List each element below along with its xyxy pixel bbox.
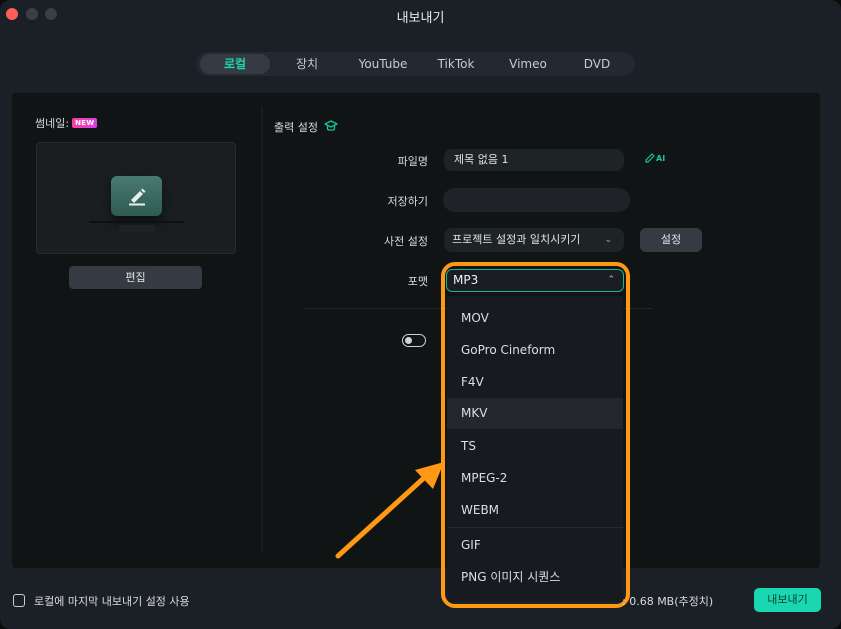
format-option-mkv[interactable]: MKV (447, 398, 623, 429)
format-value: MP3 (453, 273, 479, 287)
preset-select[interactable]: 프로젝트 설정과 일치시키기 ⌄ (444, 228, 624, 252)
setting-toggle[interactable] (402, 334, 426, 347)
titlebar: 내보내기 (0, 0, 841, 32)
ai-label: AI (656, 153, 666, 163)
preset-label: 사전 설정 (384, 235, 428, 248)
tab-dvd[interactable]: DVD (566, 54, 628, 74)
format-option-gif[interactable]: GIF (447, 530, 623, 561)
export-button[interactable]: 내보내기 (754, 588, 821, 612)
ai-rename-button[interactable]: AI (644, 152, 665, 164)
format-option-ts[interactable]: TS (447, 431, 623, 462)
export-target-tabs: 로컬 장치 YouTube TikTok Vimeo DVD (196, 52, 635, 76)
format-option-gopro-cineform[interactable]: GoPro Cineform (447, 335, 623, 366)
tab-vimeo[interactable]: Vimeo (490, 54, 566, 74)
thumbnail-reflection (119, 225, 155, 233)
tab-device[interactable]: 장치 (270, 54, 344, 74)
chevron-down-icon: ⌄ (604, 235, 612, 245)
dropdown-separator (447, 527, 623, 528)
toggle-knob (405, 337, 412, 344)
tab-youtube[interactable]: YouTube (344, 54, 422, 74)
filename-input[interactable]: 제목 없음 1 (444, 149, 624, 171)
export-window: 내보내기 로컬 장치 YouTube TikTok Vimeo DVD 썸네일:… (0, 0, 841, 629)
output-settings-title: 출력 설정 (274, 121, 318, 134)
new-badge: NEW (72, 118, 98, 128)
format-option-mpeg2[interactable]: MPEG-2 (447, 463, 623, 494)
format-select[interactable]: MP3 ⌃ (446, 269, 624, 292)
format-option-mov[interactable]: MOV (447, 303, 623, 334)
ai-pencil-icon (645, 153, 655, 163)
thumbnail-preview[interactable] (36, 142, 236, 254)
thumbnail-label-text: 썸네일: (35, 117, 70, 130)
thumbnail-label: 썸네일: NEW (35, 115, 98, 131)
edit-pencil-icon (111, 176, 162, 216)
thumbnail-section: 썸네일: NEW 편집 (12, 93, 260, 568)
edit-thumbnail-button[interactable]: 편집 (69, 266, 202, 289)
estimated-size: : 0.68 MB(추정치) (622, 595, 714, 608)
output-settings-heading: 출력 설정 (274, 119, 338, 135)
column-divider (261, 107, 263, 551)
use-last-settings-checkbox[interactable] (13, 594, 25, 607)
preset-value: 프로젝트 설정과 일치시키기 (452, 233, 581, 246)
save-location-input[interactable] (443, 188, 630, 212)
format-label: 포맷 (407, 275, 428, 288)
filename-label: 파일명 (397, 155, 428, 168)
tab-tiktok[interactable]: TikTok (422, 54, 490, 74)
format-option-png-sequence[interactable]: PNG 이미지 시퀀스 (447, 562, 623, 593)
preset-settings-button[interactable]: 설정 (640, 228, 702, 252)
format-option-webm[interactable]: WEBM (447, 495, 623, 526)
tab-local[interactable]: 로컬 (200, 54, 270, 74)
thumbnail-shadow (89, 221, 185, 223)
format-option-f4v[interactable]: F4V (447, 367, 623, 398)
use-last-settings-label: 로컬에 마지막 내보내기 설정 사용 (34, 595, 190, 608)
format-dropdown-menu: MOV GoPro Cineform F4V MKV TS MPEG-2 WEB… (447, 296, 623, 602)
window-title: 내보내기 (396, 11, 445, 26)
graduation-cap-icon[interactable] (324, 119, 338, 135)
save-location-label: 저장하기 (387, 195, 428, 208)
chevron-up-icon: ⌃ (607, 275, 615, 285)
